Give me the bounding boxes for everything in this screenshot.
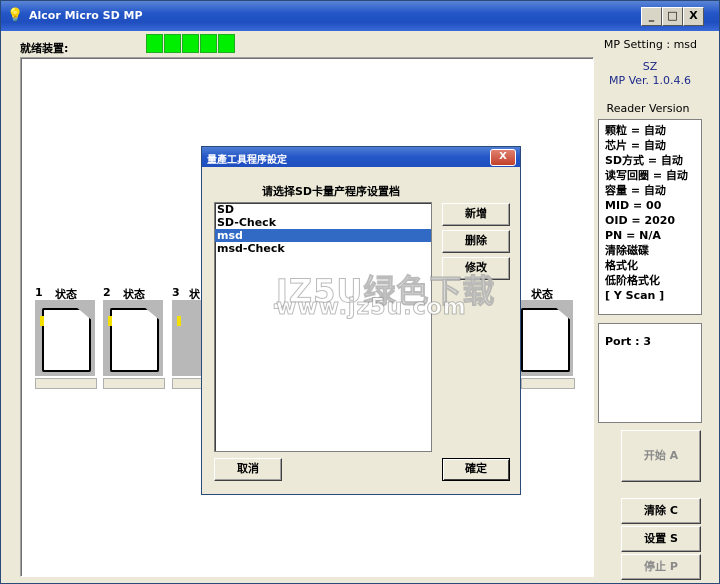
slot-2-status xyxy=(103,378,165,389)
version-block: SZ MP Ver. 1.0.4.6 xyxy=(600,60,700,88)
info-line: OID = 2020 xyxy=(605,214,676,227)
sd-card-icon xyxy=(42,308,91,372)
slot-1[interactable] xyxy=(35,300,95,376)
ready-indicator xyxy=(164,34,181,53)
info-line: SD方式 = 自动 xyxy=(605,154,683,167)
title-bar[interactable]: 💡 Alcor Micro SD MP _ □ X xyxy=(1,1,719,31)
info-line: [ Y Scan ] xyxy=(605,289,665,302)
config-file-list[interactable]: SD SD-Check msd msd-Check xyxy=(214,202,432,452)
slot-3[interactable] xyxy=(172,300,202,376)
sd-card-icon xyxy=(110,308,159,372)
list-item-selected[interactable]: msd xyxy=(215,229,431,242)
slot-2-number: 2 xyxy=(103,286,111,299)
slot-2[interactable] xyxy=(103,300,163,376)
info-line: PN = N/A xyxy=(605,229,661,242)
settings-info-box: 颗粒 = 自动 芯片 = 自动 SD方式 = 自动 读写回圈 = 自动 容量 =… xyxy=(598,119,702,315)
cancel-button[interactable]: 取消 xyxy=(214,458,282,481)
list-item[interactable]: SD xyxy=(215,203,431,216)
sd-card-contact xyxy=(40,316,44,326)
dialog-close-button[interactable]: X xyxy=(490,149,516,166)
list-item[interactable]: msd-Check xyxy=(215,242,431,255)
ready-indicator xyxy=(182,34,199,53)
info-line: 清除磁碟 xyxy=(605,244,649,257)
sd-card-contact xyxy=(177,316,181,326)
slot-3-status xyxy=(172,378,204,389)
settings-button[interactable]: 设置 S xyxy=(621,526,701,552)
maximize-button[interactable]: □ xyxy=(662,7,683,26)
info-line: 读写回圈 = 自动 xyxy=(605,169,688,182)
info-line: 颗粒 = 自动 xyxy=(605,124,666,137)
mp-version-label: MP Ver. 1.0.4.6 xyxy=(608,74,692,87)
vendor-label: SZ xyxy=(642,60,658,73)
sd-card-contact xyxy=(108,316,112,326)
info-line: MID = 00 xyxy=(605,199,662,212)
ok-button[interactable]: 確定 xyxy=(442,458,510,481)
stop-button[interactable]: 停止 P xyxy=(621,554,701,580)
dialog-prompt: 请选择SD卡量产程序设置档 xyxy=(262,185,401,198)
slot-3-number: 3 xyxy=(172,286,180,299)
slot-1-number: 1 xyxy=(35,286,43,299)
dialog-title-bar[interactable]: 量產工具程序設定 X xyxy=(202,147,520,167)
ready-indicator xyxy=(218,34,235,53)
delete-button[interactable]: 删除 xyxy=(442,230,510,253)
minimize-button[interactable]: _ xyxy=(641,7,662,26)
reader-version-label: Reader Version xyxy=(606,102,690,115)
new-button[interactable]: 新增 xyxy=(442,203,510,226)
ready-indicator xyxy=(146,34,163,53)
info-line: 容量 = 自动 xyxy=(605,184,666,197)
info-line: 芯片 = 自动 xyxy=(605,139,666,152)
config-dialog: 量產工具程序設定 X 请选择SD卡量产程序设置档 SD SD-Check msd… xyxy=(201,146,521,495)
mp-setting-label: MP Setting : msd xyxy=(603,38,697,51)
slot-1-status xyxy=(35,378,97,389)
clear-button[interactable]: 清除 C xyxy=(621,498,701,524)
close-button[interactable]: X xyxy=(683,7,704,26)
window-title: Alcor Micro SD MP xyxy=(29,9,143,22)
ready-indicator-bar xyxy=(146,34,235,53)
start-button[interactable]: 开始 A xyxy=(621,430,701,482)
main-window: 💡 Alcor Micro SD MP _ □ X 就绪装置: 1 状态 2 状… xyxy=(0,0,720,584)
ready-indicator xyxy=(200,34,217,53)
info-line: 低阶格式化 xyxy=(605,274,660,287)
port-info-box: Port : 3 xyxy=(598,323,702,423)
list-item[interactable]: SD-Check xyxy=(215,216,431,229)
app-bulb-icon: 💡 xyxy=(7,8,24,23)
port-label: Port : 3 xyxy=(605,335,652,348)
dialog-title: 量產工具程序設定 xyxy=(207,155,287,166)
info-line: 格式化 xyxy=(605,259,638,272)
slot-8-status xyxy=(521,378,575,389)
slot-8[interactable] xyxy=(521,300,573,376)
watermark-url: www.jz5u.com xyxy=(276,295,467,321)
ready-devices-label: 就绪装置: xyxy=(20,42,69,55)
sd-card-icon xyxy=(521,308,570,372)
